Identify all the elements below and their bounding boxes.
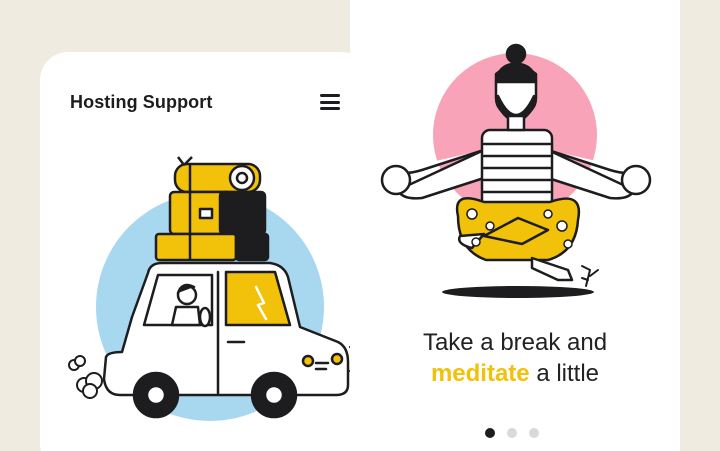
pagination-dot-1[interactable] — [485, 428, 495, 438]
meditation-card: Take a break and meditate a little — [350, 0, 680, 451]
headline-line-2: meditate a little — [350, 358, 680, 389]
hamburger-menu-icon[interactable] — [320, 94, 340, 110]
pagination-dot-3[interactable] — [529, 428, 539, 438]
meditating-man-illustration — [380, 43, 652, 298]
app-stage: Hosting Support Take a break and meditat… — [0, 0, 720, 451]
headline-rest: a little — [529, 360, 600, 387]
car-with-luggage-illustration — [68, 156, 360, 421]
pagination-dots — [485, 428, 539, 438]
hosting-support-card: Hosting Support — [40, 52, 370, 451]
headline-line-1: Take a break and — [422, 329, 608, 356]
pagination-dot-2[interactable] — [507, 428, 517, 438]
headline-accent: meditate — [430, 360, 530, 387]
page-title: Hosting Support — [70, 92, 213, 112]
